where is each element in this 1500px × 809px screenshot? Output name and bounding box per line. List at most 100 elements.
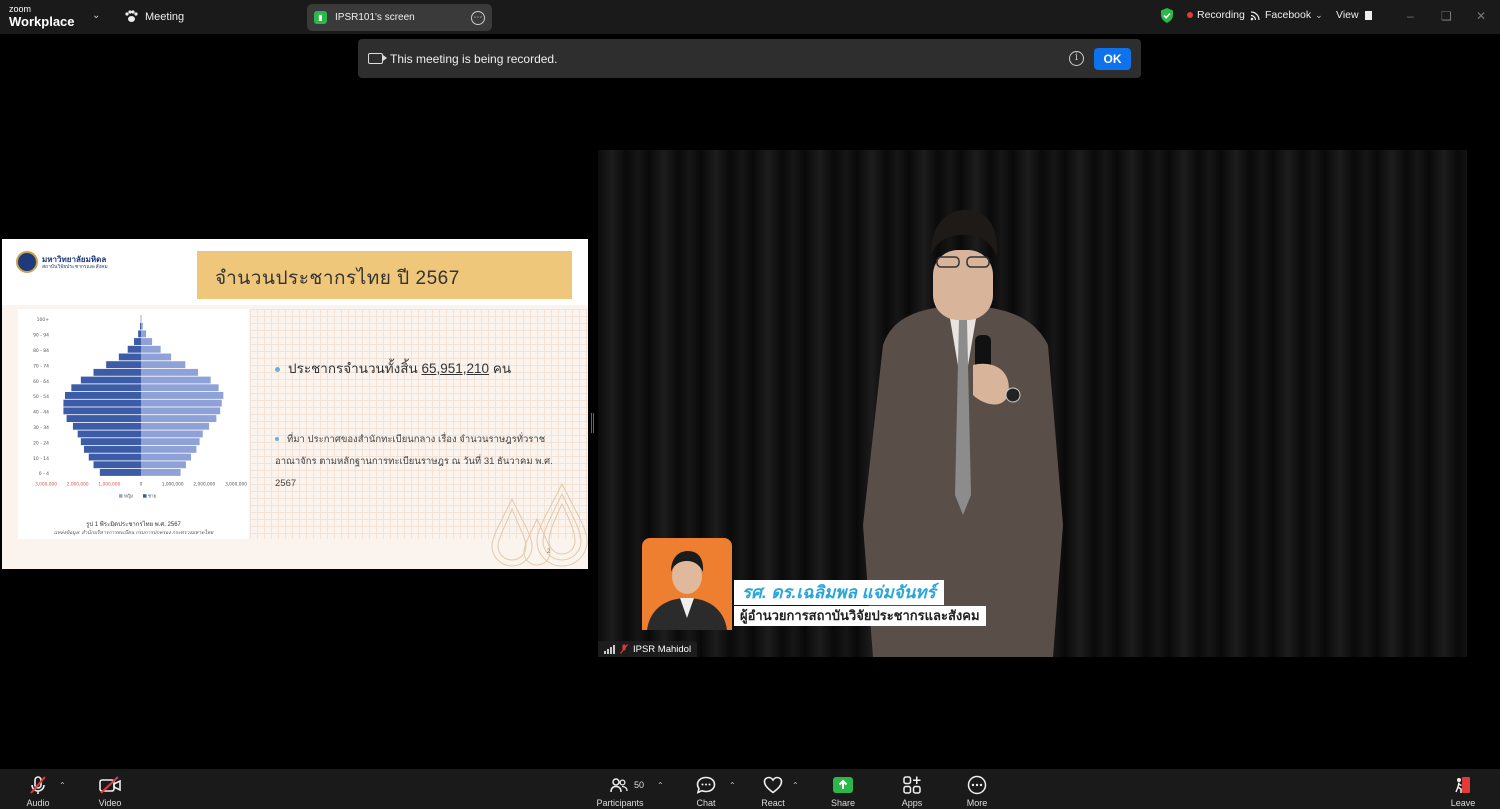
population-pyramid-panel: 100+ 90 - 94 80 - 84 70 - 74 60 - 64 50 - 54 4… (18, 309, 249, 539)
chat-options-caret-icon[interactable]: ⌃ (729, 781, 736, 790)
bar-female-30-34 (141, 422, 210, 430)
bar-male-75-79 (118, 353, 141, 361)
participant-count: 50 (634, 780, 645, 790)
x-tick-label: 2,000,000 (67, 482, 89, 488)
recording-indicator[interactable]: Recording (1187, 9, 1245, 21)
bar-female-95-99 (141, 322, 143, 330)
close-icon[interactable]: ✕ (1476, 9, 1486, 23)
decorative-drops-icon (491, 482, 588, 567)
bar-male-70-74 (106, 361, 141, 369)
participant-name-tag: IPSR Mahidol (598, 641, 698, 657)
more-button[interactable]: More (959, 769, 995, 809)
screen-share-title: IPSR101's screen (335, 12, 415, 23)
x-tick-label: 1,000,000 (98, 482, 120, 488)
video-button[interactable]: Video (92, 769, 128, 809)
more-options-icon[interactable]: ⋯ (471, 10, 485, 25)
bar-female-50-54 (141, 392, 224, 399)
recording-label: Recording (1197, 9, 1245, 21)
bar-female-25-29 (141, 430, 203, 438)
split-divider-handle[interactable] (591, 413, 594, 433)
chat-button[interactable]: Chat (688, 769, 724, 809)
recording-banner: This meeting is being recorded. i OK (358, 39, 1141, 78)
shared-slide: มหาวิทยาลัยมหิดล สถาบันวิจัยประชากรและสั… (2, 239, 588, 569)
leave-door-icon (1455, 777, 1470, 793)
screen-share-pill[interactable]: ▮ IPSR101's screen ⋯ (307, 4, 492, 31)
react-options-caret-icon[interactable]: ⌃ (792, 781, 799, 790)
bar-female-10-14 (141, 453, 192, 461)
bar-male-80-84 (127, 345, 141, 353)
chart-caption: รูป 1 พีระมิดประชากรไทย พ.ศ. 2567 (86, 522, 181, 528)
chevron-down-icon: ⌄ (1315, 9, 1323, 20)
bar-female-35-39 (141, 415, 217, 422)
ok-button[interactable]: OK (1094, 47, 1131, 70)
y-tick-label: 50 - 54 (33, 394, 49, 400)
info-icon[interactable]: i (1069, 51, 1084, 66)
y-tick-label: 80 - 84 (33, 348, 49, 354)
minimize-icon[interactable]: – (1407, 9, 1414, 23)
x-tick-label: 3,000,000 (225, 482, 247, 488)
bar-male-30-34 (72, 422, 141, 430)
shield-check-icon (1161, 8, 1173, 23)
apps-icon (903, 776, 921, 794)
slide-title: จำนวนประชากรไทย ปี 2567 (215, 268, 460, 289)
y-tick-label: 10 - 14 (33, 456, 49, 462)
bar-female-85-89 (141, 338, 153, 345)
bar-female-55-59 (141, 384, 219, 392)
bar-male-40-44 (63, 407, 141, 415)
heart-icon (763, 776, 783, 794)
brand-small: zoom (9, 4, 32, 14)
share-screen-icon (833, 777, 853, 793)
paw-icon (125, 10, 138, 22)
y-tick-label: 0 - 4 (39, 471, 49, 477)
brand-large: Workplace (9, 14, 75, 29)
view-label: View (1336, 9, 1359, 21)
restore-icon[interactable]: ❏ (1441, 9, 1452, 23)
audio-label: Audio (26, 798, 50, 808)
view-layout-icon (1364, 10, 1372, 20)
participants-icon (610, 778, 628, 793)
react-button[interactable]: React (755, 769, 791, 809)
record-dot-icon (1187, 12, 1193, 18)
livestream-facebook[interactable]: Facebook ⌄ (1250, 9, 1323, 21)
bullet1-prefix: ประชากรจำนวนทั้งสิ้น (288, 361, 418, 376)
video-off-icon (99, 776, 121, 794)
audio-button[interactable]: Audio (20, 769, 56, 809)
legend-swatch-male (143, 494, 147, 498)
meeting-menu[interactable]: Meeting (124, 10, 184, 23)
bar-male-35-39 (66, 415, 141, 422)
university-seal-icon (16, 251, 38, 273)
bar-female-5-9 (141, 461, 186, 469)
security-shield[interactable] (1160, 8, 1174, 23)
participants-label: Participants (596, 798, 644, 808)
mic-muted-icon (620, 644, 628, 654)
y-tick-label: 40 - 44 (33, 410, 49, 416)
recording-message: This meeting is being recorded. (390, 51, 558, 66)
bar-male-50-54 (65, 392, 141, 399)
bar-male-45-49 (63, 399, 141, 407)
bullet-dot-icon (275, 437, 279, 442)
x-tick-label: 3,000,000 (35, 482, 57, 488)
presenter-avatar-icon (647, 551, 727, 630)
bar-female-40-44 (141, 407, 221, 415)
y-tick-label: 60 - 64 (33, 379, 49, 385)
bar-female-80-84 (141, 345, 161, 353)
view-menu[interactable]: View (1336, 9, 1372, 21)
audio-options-caret-icon[interactable]: ⌃ (59, 781, 66, 790)
bar-female-0-4 (141, 469, 181, 476)
legend-label-female: หญิง (124, 494, 133, 500)
bullet1-value: 65,951,210 (421, 361, 490, 376)
leave-button[interactable]: Leave (1445, 769, 1481, 809)
participants-options-caret-icon[interactable]: ⌃ (657, 781, 664, 790)
y-tick-label: 20 - 24 (33, 440, 49, 446)
share-button[interactable]: Share (825, 769, 861, 809)
apps-button[interactable]: Apps (894, 769, 930, 809)
video-label: Video (98, 798, 122, 808)
y-tick-label: 70 - 74 (33, 363, 49, 369)
org-sub: สถาบันวิจัยประชากรและสังคม (42, 264, 108, 270)
chevron-down-icon[interactable]: ⌄ (92, 10, 100, 21)
bar-female-75-79 (141, 353, 172, 361)
camera-icon (368, 53, 387, 64)
bullet1-suffix: คน (492, 361, 512, 376)
meeting-label: Meeting (145, 10, 185, 23)
mic-muted-icon (30, 776, 46, 794)
